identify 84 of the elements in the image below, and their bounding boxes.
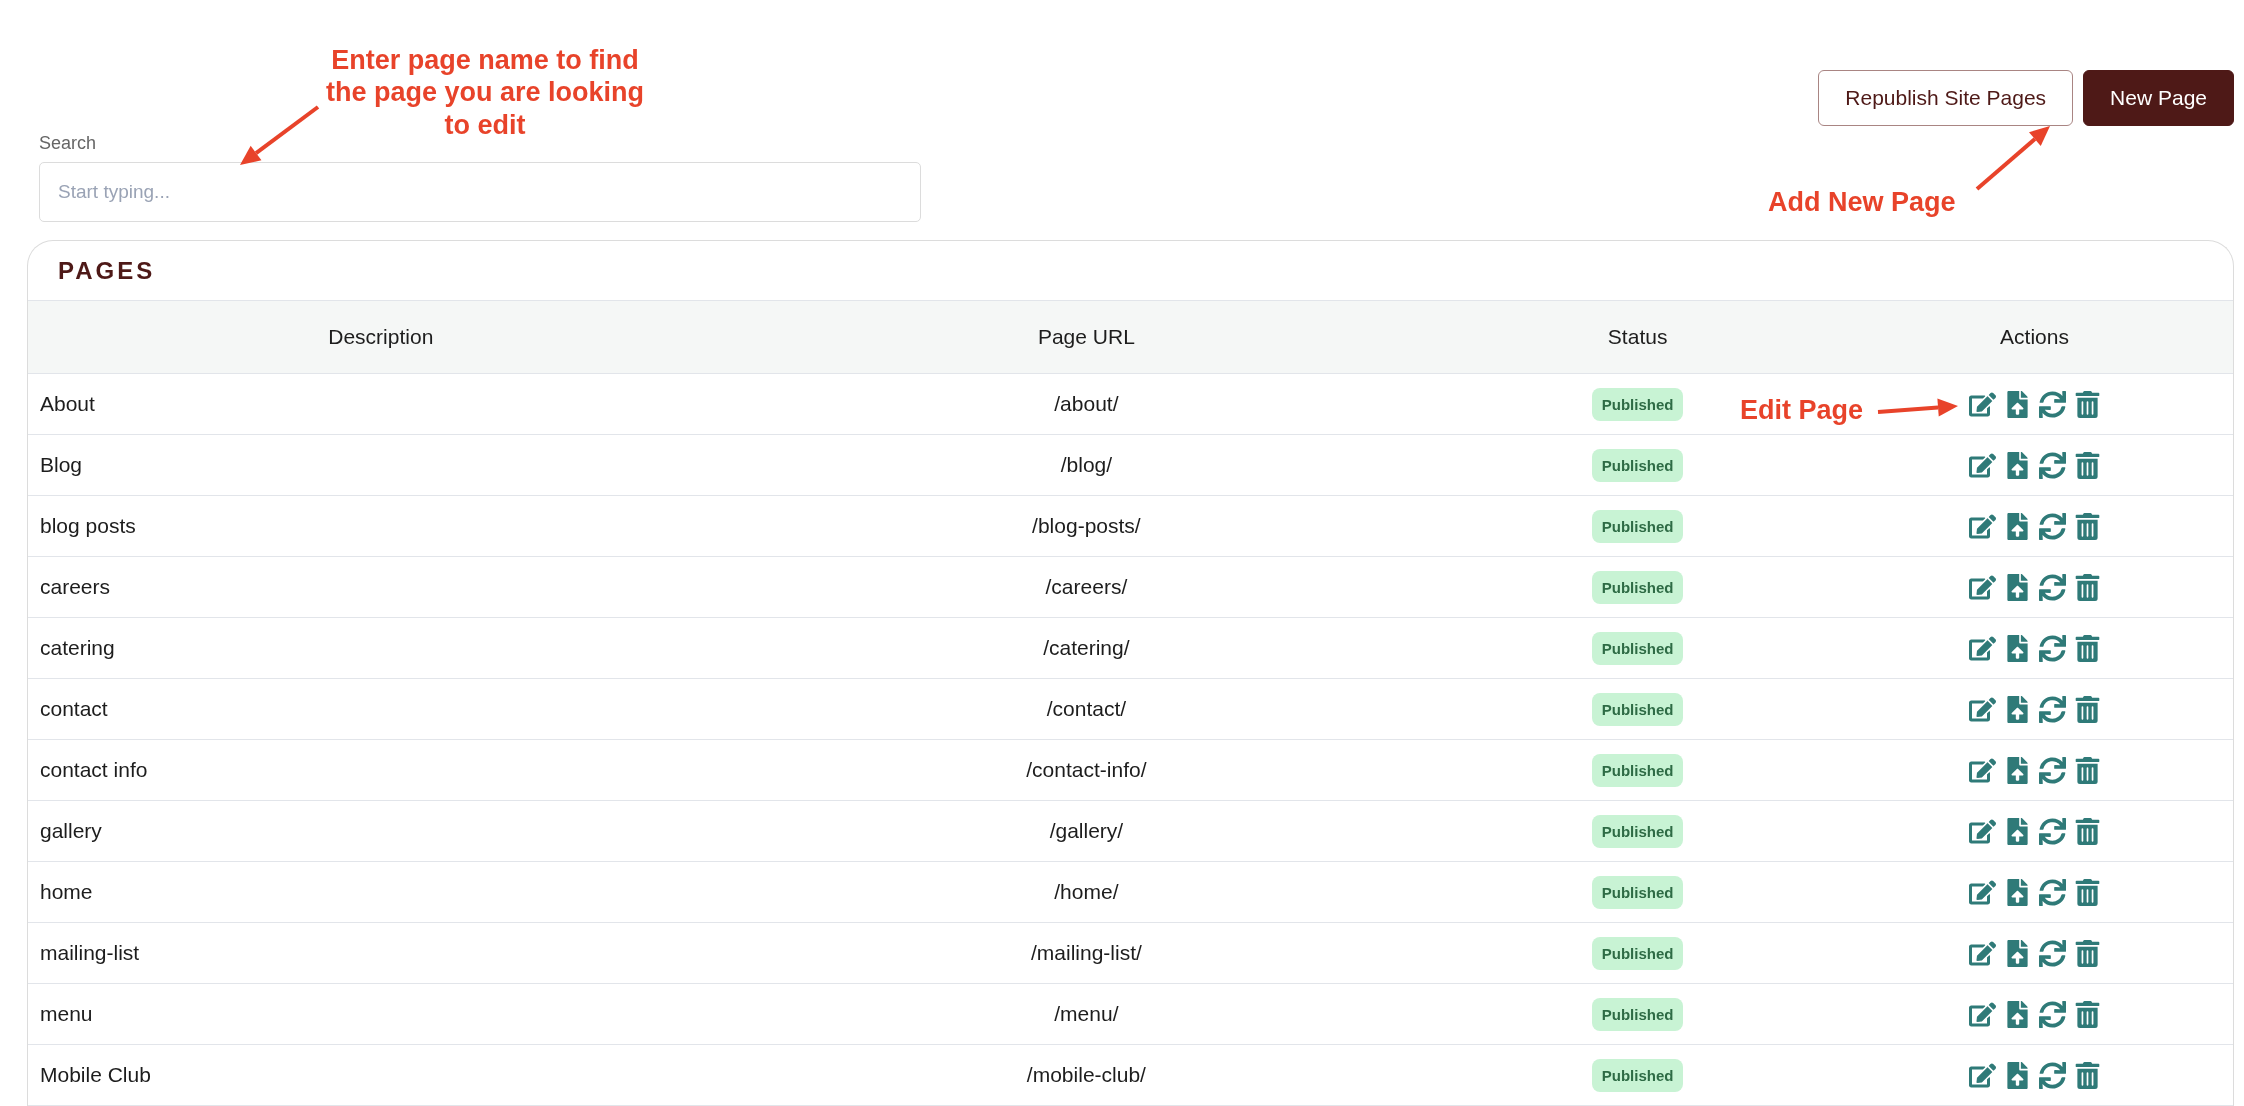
new-page-button[interactable]: New Page	[2083, 70, 2234, 126]
status-badge: Published	[1591, 692, 1684, 726]
edit-icon[interactable]	[1968, 695, 1996, 723]
table-cell: contact info	[28, 739, 734, 801]
status-badge: Published	[1591, 1058, 1684, 1092]
edit-icon[interactable]	[1968, 756, 1996, 784]
card-title: PAGES	[58, 256, 156, 285]
table-cell: /contact-info/	[733, 739, 1440, 801]
status-badge: Published	[1591, 753, 1684, 787]
refresh-icon[interactable]	[2038, 1061, 2066, 1089]
table-cell: /careers/	[733, 556, 1440, 618]
republish-button[interactable]: Republish Site Pages	[1818, 70, 2074, 126]
status-badge: Published	[1591, 631, 1684, 665]
table-cell: /blog/	[733, 434, 1440, 496]
status-badge: Published	[1591, 875, 1684, 909]
edit-icon[interactable]	[1968, 1000, 1996, 1028]
table-cell: blog posts	[28, 495, 734, 557]
annotation-text: Enter page name to find the page you are looking to edit	[324, 44, 646, 142]
refresh-icon[interactable]	[2038, 878, 2066, 906]
column-header: Page URL	[733, 300, 1440, 374]
table-cell: contact	[28, 678, 734, 740]
table-cell: menu	[28, 983, 734, 1045]
refresh-icon[interactable]	[2038, 573, 2066, 601]
trash-icon[interactable]	[2073, 1000, 2101, 1028]
trash-icon[interactable]	[2073, 451, 2101, 479]
search-label: Search	[39, 133, 98, 154]
edit-icon[interactable]	[1968, 817, 1996, 845]
table-cell: gallery	[28, 800, 734, 862]
table-cell: careers	[28, 556, 734, 618]
edit-icon[interactable]	[1968, 634, 1996, 662]
edit-icon[interactable]	[1968, 939, 1996, 967]
refresh-icon[interactable]	[2038, 451, 2066, 479]
annotation-text: Add New Page	[1768, 186, 1956, 219]
trash-icon[interactable]	[2073, 390, 2101, 418]
status-badge: Published	[1591, 936, 1684, 970]
refresh-icon[interactable]	[2038, 756, 2066, 784]
edit-icon[interactable]	[1968, 1061, 1996, 1089]
status-badge: Published	[1591, 448, 1684, 482]
trash-icon[interactable]	[2073, 939, 2101, 967]
refresh-icon[interactable]	[2038, 1000, 2066, 1028]
trash-icon[interactable]	[2073, 817, 2101, 845]
trash-icon[interactable]	[2073, 756, 2101, 784]
edit-icon[interactable]	[1968, 512, 1996, 540]
trash-icon[interactable]	[2073, 634, 2101, 662]
edit-icon[interactable]	[1968, 451, 1996, 479]
edit-icon[interactable]	[1968, 573, 1996, 601]
status-badge: Published	[1591, 570, 1684, 604]
status-badge: Published	[1591, 387, 1684, 421]
column-header: Actions	[1836, 300, 2233, 374]
table-cell: Blog	[28, 434, 734, 496]
column-header: Status	[1439, 300, 1837, 374]
table-cell: mailing-list	[28, 922, 734, 984]
table-cell: /about/	[733, 373, 1440, 435]
table-cell: /catering/	[733, 617, 1440, 679]
table-cell: Mobile Club	[28, 1044, 734, 1106]
table-cell: catering	[28, 617, 734, 679]
table-cell: home	[28, 861, 734, 923]
table-cell: /gallery/	[733, 800, 1440, 862]
table-cell: /menu/	[733, 983, 1440, 1045]
search-field[interactable]: Start typing...	[39, 162, 921, 222]
edit-icon[interactable]	[1968, 878, 1996, 906]
trash-icon[interactable]	[2073, 512, 2101, 540]
table-cell: /home/	[733, 861, 1440, 923]
refresh-icon[interactable]	[2038, 817, 2066, 845]
status-badge: Published	[1591, 509, 1684, 543]
refresh-icon[interactable]	[2038, 634, 2066, 662]
status-badge: Published	[1591, 997, 1684, 1031]
table-cell: About	[28, 373, 734, 435]
table-cell: /mailing-list/	[733, 922, 1440, 984]
table-cell: /contact/	[733, 678, 1440, 740]
edit-icon[interactable]	[1968, 390, 1996, 418]
trash-icon[interactable]	[2073, 878, 2101, 906]
annotation-text: Edit Page	[1740, 394, 1864, 427]
trash-icon[interactable]	[2073, 573, 2101, 601]
trash-icon[interactable]	[2073, 1061, 2101, 1089]
status-badge: Published	[1591, 814, 1684, 848]
table-cell: /blog-posts/	[733, 495, 1440, 557]
refresh-icon[interactable]	[2038, 512, 2066, 540]
refresh-icon[interactable]	[2038, 695, 2066, 723]
refresh-icon[interactable]	[2038, 939, 2066, 967]
column-header: Description	[28, 300, 734, 374]
refresh-icon[interactable]	[2038, 390, 2066, 418]
trash-icon[interactable]	[2073, 695, 2101, 723]
table-cell: /mobile-club/	[733, 1044, 1440, 1106]
